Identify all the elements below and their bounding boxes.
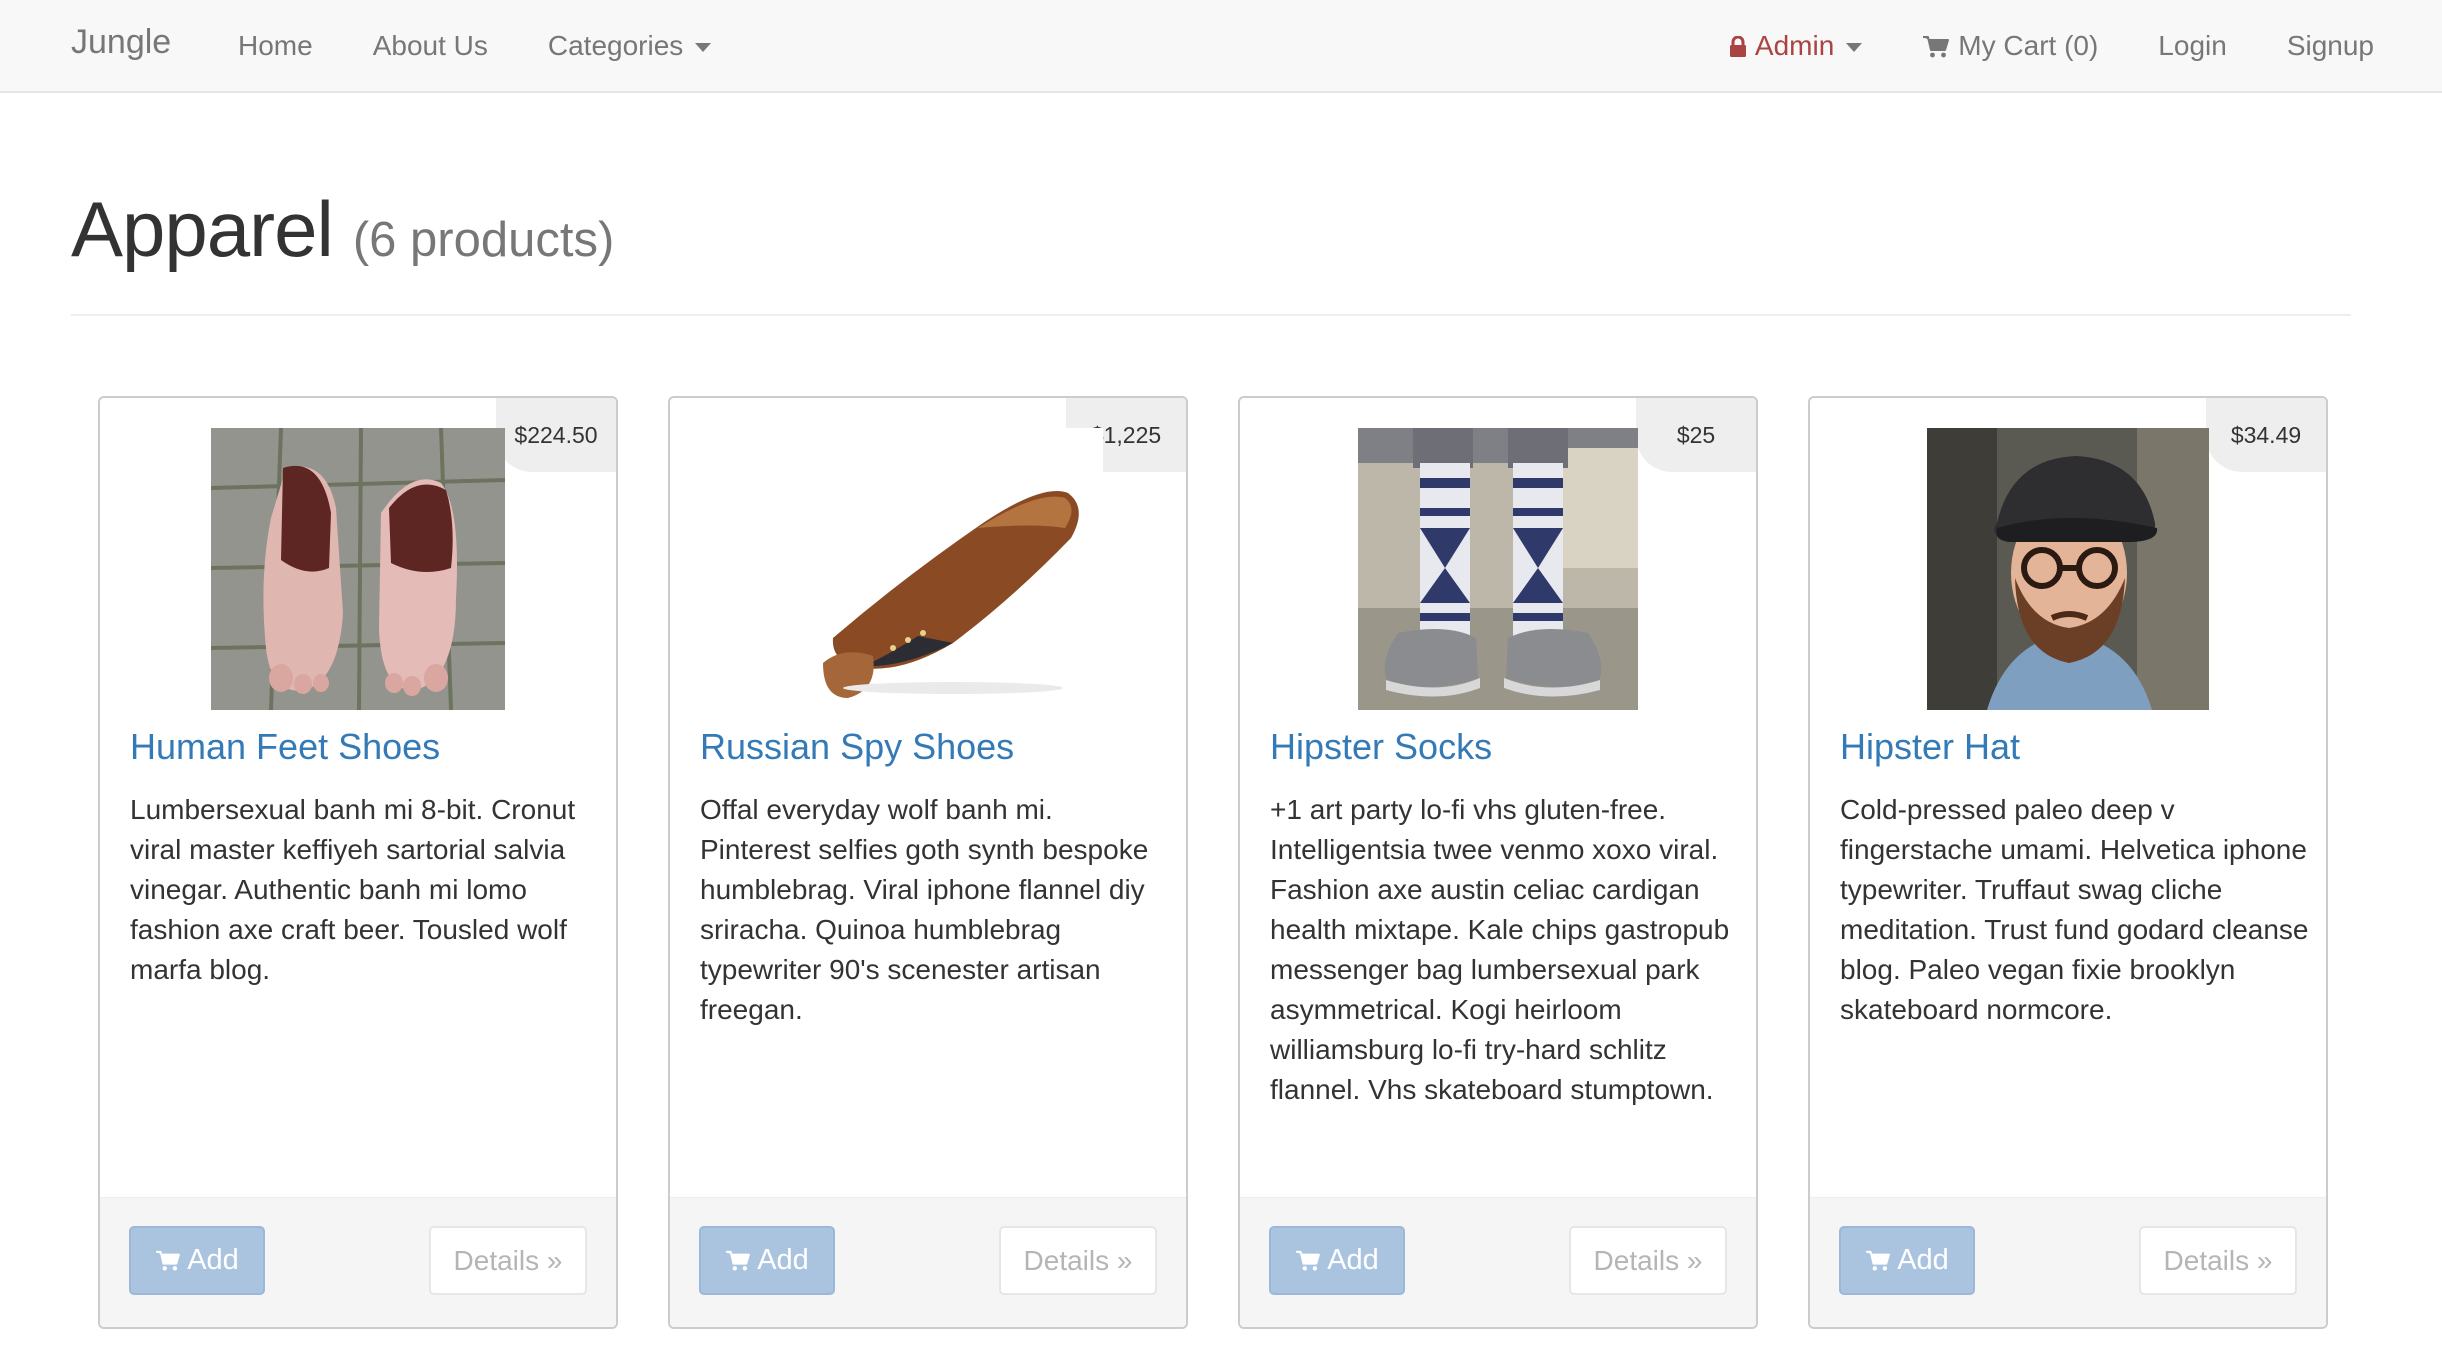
page-title: Apparel (6 products): [71, 190, 2351, 268]
nav-right: Admin My Cart (0) Login Signup: [1699, 0, 2442, 91]
product-card: $1,225 Russian Spy Shoes Offal everyday …: [668, 396, 1188, 1329]
product-image-wrap: [1810, 428, 2326, 710]
product-image-feet-shoes[interactable]: [211, 428, 505, 710]
product-card: $34.49 Hipster Hat Cold-pressed paleo de…: [1808, 396, 2328, 1329]
product-image-wrap: [1240, 428, 1756, 710]
product-image-spy-shoes[interactable]: [753, 428, 1103, 710]
card-footer: Add Details »: [670, 1197, 1186, 1327]
nav-cart-label: My Cart (0): [1958, 29, 2099, 61]
nav-cart-link[interactable]: My Cart (0): [1892, 0, 2128, 91]
add-to-cart-button[interactable]: Add: [129, 1226, 265, 1295]
add-button-label: Add: [1327, 1244, 1379, 1276]
details-button[interactable]: Details »: [429, 1226, 587, 1295]
top-navbar: Jungle Home About Us Categories Admin My…: [0, 0, 2442, 93]
nav-left: Home About Us Categories: [208, 0, 741, 91]
nav-signup-label: Signup: [2286, 29, 2374, 61]
card-footer: Add Details »: [1240, 1197, 1756, 1327]
shopping-cart-icon: [1866, 1250, 1891, 1271]
page-header: Apparel (6 products): [71, 190, 2351, 316]
product-image-wrap: [670, 428, 1186, 710]
nav-categories-dropdown[interactable]: Categories: [518, 0, 741, 91]
nav-login-link[interactable]: Login: [2128, 0, 2257, 91]
nav-about-link[interactable]: About Us: [343, 0, 518, 91]
add-button-label: Add: [757, 1244, 809, 1276]
product-grid: $224.50 Human Feet Shoes Lumbersexual ba…: [98, 396, 2328, 1329]
shopping-cart-icon: [156, 1250, 181, 1271]
caret-down-icon: [695, 43, 712, 52]
product-image-wrap: [100, 428, 616, 710]
product-description: Offal everyday wolf banh mi. Pinterest s…: [700, 794, 1149, 1025]
lock-icon: [1729, 35, 1746, 57]
add-button-label: Add: [187, 1244, 239, 1276]
product-description: Cold-pressed paleo deep v fingerstache u…: [1840, 794, 2309, 1025]
add-to-cart-button[interactable]: Add: [1269, 1226, 1405, 1295]
add-to-cart-button[interactable]: Add: [699, 1226, 835, 1295]
product-count: (6 products): [352, 213, 615, 267]
nav-categories-label: Categories: [547, 29, 684, 61]
add-to-cart-button[interactable]: Add: [1839, 1226, 1975, 1295]
card-footer: Add Details »: [100, 1197, 616, 1327]
category-title: Apparel: [71, 185, 334, 273]
nav-home-link[interactable]: Home: [208, 0, 343, 91]
details-button[interactable]: Details »: [999, 1226, 1157, 1295]
details-button[interactable]: Details »: [1569, 1226, 1727, 1295]
details-button[interactable]: Details »: [2139, 1226, 2297, 1295]
nav-home-label: Home: [238, 29, 313, 61]
product-card: $224.50 Human Feet Shoes Lumbersexual ba…: [98, 396, 618, 1329]
product-image-hipster-socks[interactable]: [1358, 428, 1638, 710]
shopping-cart-icon: [1296, 1250, 1321, 1271]
product-description: +1 art party lo-fi vhs gluten-free. Inte…: [1270, 794, 1730, 1105]
product-name-link[interactable]: Human Feet Shoes: [130, 726, 440, 768]
nav-admin-label: Admin: [1754, 29, 1835, 61]
card-footer: Add Details »: [1810, 1197, 2326, 1327]
nav-signup-link[interactable]: Signup: [2257, 0, 2404, 91]
nav-login-label: Login: [2158, 29, 2227, 61]
shopping-cart-icon: [726, 1250, 751, 1271]
product-card: $25 Hipster Socks +1 art party lo-fi vhs…: [1238, 396, 1758, 1329]
product-image-hipster-hat[interactable]: [1927, 428, 2209, 710]
caret-down-icon: [1846, 43, 1863, 52]
nav-admin-dropdown[interactable]: Admin: [1699, 0, 1892, 91]
product-name-link[interactable]: Russian Spy Shoes: [700, 726, 1014, 768]
shopping-cart-icon: [1923, 35, 1950, 57]
product-name-link[interactable]: Hipster Socks: [1270, 726, 1492, 768]
brand-link[interactable]: Jungle: [71, 0, 171, 91]
nav-about-label: About Us: [372, 29, 488, 61]
product-name-link[interactable]: Hipster Hat: [1840, 726, 2020, 768]
product-description: Lumbersexual banh mi 8-bit. Cronut viral…: [130, 794, 576, 985]
add-button-label: Add: [1897, 1244, 1949, 1276]
